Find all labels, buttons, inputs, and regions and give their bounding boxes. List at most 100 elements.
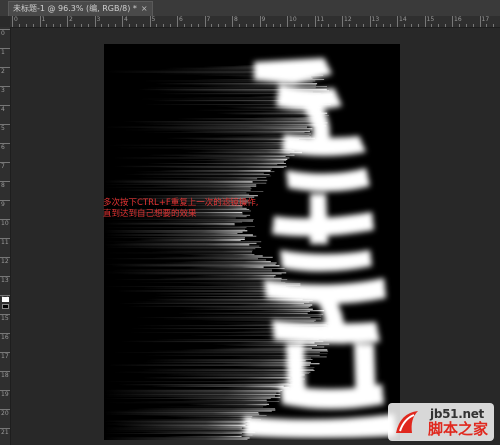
foreground-swatch[interactable]: [2, 297, 9, 302]
ruler-minor-tick: [431, 24, 433, 27]
ruler-tick: [39, 16, 41, 27]
ruler-minor-tick: [472, 24, 474, 27]
wind-streak: [187, 139, 300, 141]
wind-streak: [151, 185, 257, 187]
wind-streak: [122, 121, 319, 123]
wind-streak: [176, 160, 287, 162]
ruler-minor-tick: [190, 24, 192, 27]
wind-streak: [158, 170, 271, 172]
document-tab[interactable]: 未标题-1 @ 96.3% (编, RGB/8) * ×: [8, 1, 153, 16]
wind-streak: [105, 272, 287, 274]
wind-streak: [124, 174, 270, 175]
ruler-minor-tick: [445, 24, 447, 27]
wind-streak: [244, 135, 310, 136]
background-swatch[interactable]: [2, 304, 9, 309]
ruler-label: 15: [1, 315, 9, 322]
ruler-tick: [232, 16, 233, 27]
wind-streak: [181, 307, 309, 308]
site-watermark: jb51.net 脚本之家: [388, 403, 494, 441]
wind-streak: [190, 84, 317, 86]
wind-streak: [104, 186, 251, 188]
wind-streak: [104, 227, 247, 229]
wind-streak: [199, 86, 327, 87]
ruler-label: 2: [69, 16, 73, 23]
wind-streak: [104, 429, 252, 430]
ruler-minor-tick: [273, 24, 275, 27]
ruler-minor-tick: [417, 24, 419, 27]
wind-streak: [190, 255, 263, 257]
wind-streak: [104, 402, 268, 404]
wind-streak: [135, 415, 267, 417]
vertical-ruler[interactable]: 0123456789101112131415161718192021: [0, 27, 11, 445]
wind-streak: [139, 128, 313, 130]
ruler-minor-tick: [328, 24, 330, 27]
ruler-tick: [342, 16, 343, 27]
wind-streak: [117, 384, 300, 386]
wind-streak: [104, 437, 250, 439]
wind-streak: [189, 191, 264, 192]
wind-streak: [205, 161, 284, 163]
wind-streak: [156, 249, 253, 251]
annotation-line-1: 多次按下CTRL+F重复上一次的滤镜操作,: [103, 198, 259, 208]
wind-streak: [179, 149, 292, 150]
ruler-label: 1: [1, 49, 5, 56]
wind-streak: [104, 433, 242, 434]
ruler-minor-tick: [108, 24, 110, 27]
wind-streak: [163, 436, 242, 437]
wind-streak: [104, 398, 271, 399]
wind-streak: [133, 240, 241, 241]
wind-streak: [104, 395, 275, 397]
wind-streak: [104, 430, 253, 432]
wind-streak: [145, 360, 306, 362]
wind-streak: [104, 252, 252, 254]
wind-streak: [118, 303, 304, 304]
wind-streak: [181, 349, 328, 351]
ruler-label: 12: [1, 258, 9, 265]
document-canvas[interactable]: [104, 44, 400, 440]
ruler-minor-tick: [183, 24, 185, 27]
ruler-label: 5: [1, 125, 5, 132]
ruler-minor-tick: [403, 24, 405, 27]
wind-streak: [126, 419, 261, 421]
wind-streak: [120, 182, 267, 184]
horizontal-ruler[interactable]: 0 1 2 3 4 5 6 7 8 9 10 11 12 13 14 15 16 17: [10, 16, 500, 28]
wind-streak: [116, 189, 251, 191]
wind-streak: [183, 178, 258, 180]
wind-streak: [173, 188, 252, 190]
ruler-minor-tick: [211, 24, 213, 27]
ruler-tick: [94, 16, 96, 27]
wind-streak: [135, 408, 276, 410]
wind-streak: [240, 119, 318, 121]
wind-streak: [143, 377, 291, 379]
wind-streak: [231, 356, 327, 358]
wind-streak: [227, 382, 289, 384]
ruler-label: 3: [1, 87, 5, 94]
wind-streak: [112, 371, 311, 373]
wind-streak: [143, 123, 322, 126]
wind-streak: [216, 153, 290, 154]
wind-streak: [179, 315, 322, 317]
ruler-minor-tick: [252, 24, 254, 27]
ruler-tick: [397, 16, 398, 27]
wind-streak: [164, 374, 305, 376]
wind-streak: [126, 409, 276, 411]
wind-streak: [137, 175, 272, 177]
wind-streak: [138, 238, 245, 240]
wind-streak: [104, 420, 251, 422]
ruler-minor-tick: [170, 24, 172, 27]
ruler-tick: [12, 16, 13, 27]
wind-streak: [157, 220, 253, 222]
wind-streak: [110, 157, 290, 159]
wind-streak: [135, 317, 311, 318]
ruler-minor-tick: [18, 24, 20, 27]
wind-streak: [128, 195, 258, 197]
ruler-minor-tick: [142, 24, 144, 27]
ruler-label: 16: [454, 16, 462, 23]
wind-streak: [151, 385, 284, 387]
ruler-tick: [287, 16, 288, 27]
ruler-tick: [424, 16, 426, 27]
close-tab-icon[interactable]: ×: [141, 4, 148, 13]
ruler-minor-tick: [438, 24, 440, 27]
wind-streak: [105, 234, 253, 236]
wind-streak: [104, 221, 243, 223]
